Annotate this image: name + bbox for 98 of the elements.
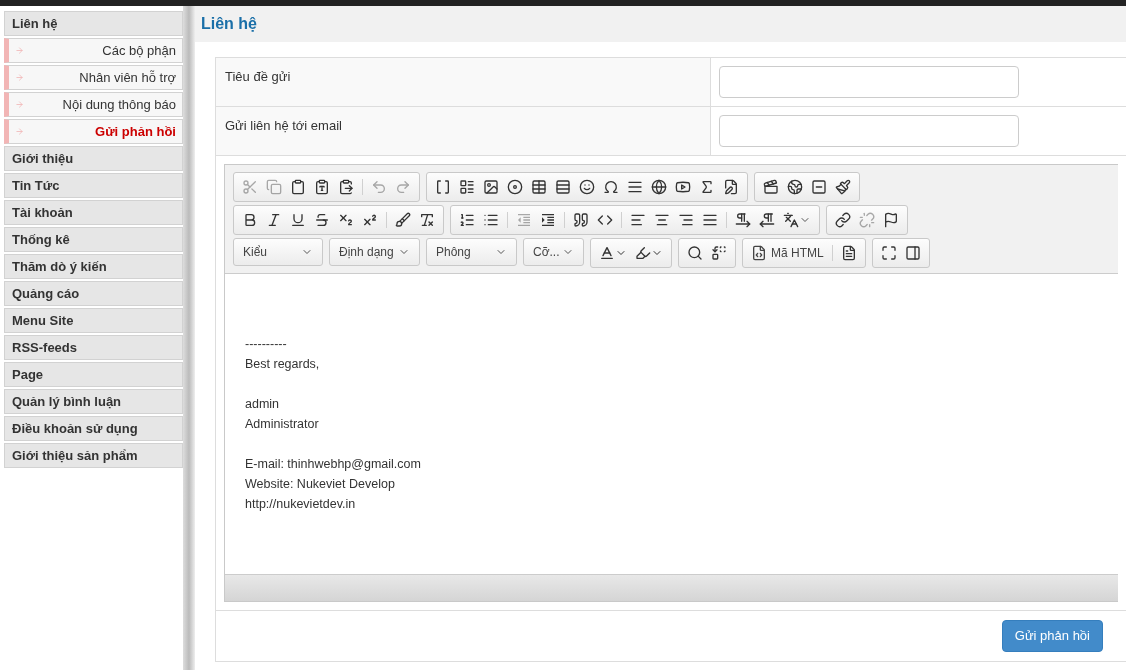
sidebar-item[interactable]: Tài khoản [4, 200, 183, 225]
format-dropdown[interactable]: Phông [426, 238, 517, 266]
smiley-icon [579, 179, 595, 195]
document-icon [840, 245, 857, 261]
format-dropdown[interactable]: Cỡ... [523, 238, 584, 266]
sidebar-subitem[interactable]: Gửi phản hồi [4, 119, 183, 144]
editor-text-line: Website: Nukeviet Develop [245, 476, 396, 493]
sidebar-subitem-label: Các bộ phận [102, 41, 176, 60]
editor-text-line: admin [245, 396, 281, 413]
italic-icon [266, 212, 282, 228]
redo-icon [395, 179, 411, 195]
align-left-icon [630, 212, 646, 228]
sidebar-subitem[interactable]: Các bộ phận [4, 38, 183, 63]
clipboard-paste-icon [338, 179, 354, 195]
field-label: Gửi liên hệ tới email [225, 118, 342, 133]
panel-icon [904, 245, 921, 261]
maximize-icon [880, 245, 897, 261]
undo-icon [371, 179, 387, 195]
text-color-icon [599, 245, 615, 261]
outdent-icon [516, 212, 532, 228]
sidebar-item[interactable]: Tin Tức [4, 173, 183, 198]
replace-icon [711, 245, 727, 261]
brush-icon [395, 212, 411, 228]
align-center-icon [654, 212, 670, 228]
brackets-icon [435, 179, 451, 195]
search-icon [687, 245, 703, 261]
format-dropdown[interactable]: Kiểu [233, 238, 323, 266]
flag-icon [883, 212, 899, 228]
unlink-icon [859, 212, 875, 228]
sidebar-item[interactable]: Giới thiệu [4, 146, 183, 171]
sidebar-item[interactable]: RSS-feeds [4, 335, 183, 360]
paintbrush-icon [835, 179, 851, 195]
copy-icon [266, 179, 282, 195]
clipboard-text-icon [314, 179, 330, 195]
numbered-list-icon [459, 212, 475, 228]
globe-icon [787, 179, 803, 195]
sidebar-item[interactable]: Thăm dò ý kiến [4, 254, 183, 279]
editor-text-line: http://nukevietdev.in [245, 496, 357, 513]
editor-text-line: E-mail: thinhwebhp@gmail.com [245, 456, 422, 473]
arrow-icon [15, 46, 24, 55]
submit-button[interactable]: Gửi phản hồi [1001, 620, 1103, 652]
pilcrow-right-icon [735, 212, 751, 228]
sidebar-subitem-label: Nội dung thông báo [62, 95, 176, 114]
code-icon [597, 212, 613, 228]
editor-text-line: Best regards, [245, 356, 321, 373]
highlighter-icon [635, 245, 651, 261]
format-dropdown[interactable]: Định dạng [329, 238, 420, 266]
quote-icon [573, 212, 589, 228]
sidebar-item[interactable]: Menu Site [4, 308, 183, 333]
align-justify-icon [702, 212, 718, 228]
table-icon [531, 179, 547, 195]
strikethrough-icon [314, 212, 330, 228]
disc-icon [507, 179, 523, 195]
sidebar-subitem-label: Nhân viên hỗ trợ [79, 68, 176, 87]
sidebar-subitem[interactable]: Nội dung thông báo [4, 92, 183, 117]
document-edit-icon [723, 179, 739, 195]
scissors-icon [242, 179, 258, 195]
superscript-icon [362, 212, 378, 228]
sidebar-item[interactable]: Quảng cáo [4, 281, 183, 306]
sidebar-item[interactable]: Page [4, 362, 183, 387]
blocks-icon [459, 179, 475, 195]
underline-icon [290, 212, 306, 228]
field-label: Tiêu đề gửi [225, 69, 291, 84]
clapperboard-icon [763, 179, 779, 195]
code-file-icon [751, 245, 767, 261]
horizontal-lines-icon [555, 179, 571, 195]
indent-icon [540, 212, 556, 228]
globe-icon [651, 179, 667, 195]
editor-text-line: ---------- [245, 336, 288, 353]
page-title: Liên hệ [201, 14, 257, 34]
bold-icon [242, 212, 258, 228]
sidebar-item[interactable]: Liên hệ [4, 11, 183, 36]
sidebar-item[interactable]: Giới thiệu sản phẩm [4, 443, 183, 468]
text-input[interactable] [719, 115, 1019, 147]
minus-square-icon [811, 179, 827, 195]
sidebar-item[interactable]: Thống kê [4, 227, 183, 252]
image-icon [483, 179, 499, 195]
arrow-icon [15, 100, 24, 109]
sidebar-subitem-label: Gửi phản hồi [95, 122, 176, 141]
video-play-icon [675, 179, 691, 195]
align-right-icon [678, 212, 694, 228]
sidebar-item[interactable]: Quản lý bình luận [4, 389, 183, 414]
arrow-icon [15, 73, 24, 82]
page-break-icon [627, 179, 643, 195]
sidebar-subitem[interactable]: Nhân viên hỗ trợ [4, 65, 183, 90]
sidebar-item[interactable]: Điều khoản sử dụng [4, 416, 183, 441]
language-icon [783, 212, 799, 228]
subscript-icon [338, 212, 354, 228]
formula-icon [699, 179, 715, 195]
bulleted-list-icon [483, 212, 499, 228]
editor-text-line: Administrator [245, 416, 320, 433]
remove-format-icon [419, 212, 435, 228]
arrow-icon [15, 127, 24, 136]
text-input[interactable] [719, 66, 1019, 98]
clipboard-icon [290, 179, 306, 195]
pilcrow-left-icon [759, 212, 775, 228]
link-icon [835, 212, 851, 228]
omega-icon [603, 179, 619, 195]
